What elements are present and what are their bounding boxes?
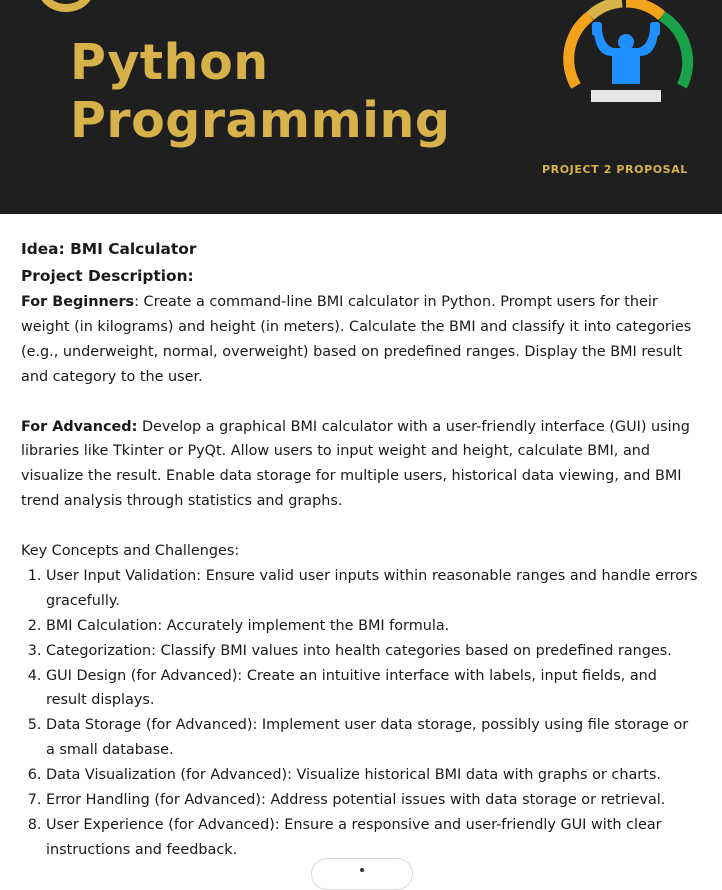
list-item: GUI Design (for Advanced): Create an int… xyxy=(46,664,701,714)
list-item: BMI Calculation: Accurately implement th… xyxy=(46,614,701,639)
page-title: Python Programming xyxy=(70,34,450,150)
beginners-label: For Beginners xyxy=(21,294,135,310)
weightlifter-gauge-icon xyxy=(563,0,694,102)
advanced-label: For Advanced: xyxy=(21,418,138,435)
title-line-2: Programming xyxy=(70,92,451,149)
project-subtitle: PROJECT 2 PROPOSAL xyxy=(542,163,688,176)
concepts-list: User Input Validation: Ensure valid user… xyxy=(21,564,701,863)
ring-decoration-icon xyxy=(38,0,94,12)
beginners-paragraph: For Beginners: Create a command-line BMI… xyxy=(21,290,701,390)
nav-dot-icon xyxy=(360,868,364,872)
list-item: Categorization: Classify BMI values into… xyxy=(46,639,701,664)
list-item: User Input Validation: Ensure valid user… xyxy=(46,564,701,614)
idea-heading: Idea: BMI Calculator xyxy=(21,240,197,258)
list-item: Data Visualization (for Advanced): Visua… xyxy=(46,763,701,788)
description-heading: Project Description: xyxy=(21,267,194,285)
list-item: Error Handling (for Advanced): Address p… xyxy=(46,788,701,813)
title-line-1: Python xyxy=(70,34,269,91)
document-body: Idea: BMI Calculator Project Description… xyxy=(21,236,701,863)
header-banner: Python Programming PROJECT 2 PROPOSAL xyxy=(0,0,722,214)
list-item: Data Storage (for Advanced): Implement u… xyxy=(46,713,701,763)
concepts-heading: Key Concepts and Challenges: xyxy=(21,543,240,560)
advanced-paragraph: For Advanced: Develop a graphical BMI ca… xyxy=(21,415,701,515)
list-item: User Experience (for Advanced): Ensure a… xyxy=(46,813,701,863)
page-nav-tab[interactable] xyxy=(311,858,413,890)
